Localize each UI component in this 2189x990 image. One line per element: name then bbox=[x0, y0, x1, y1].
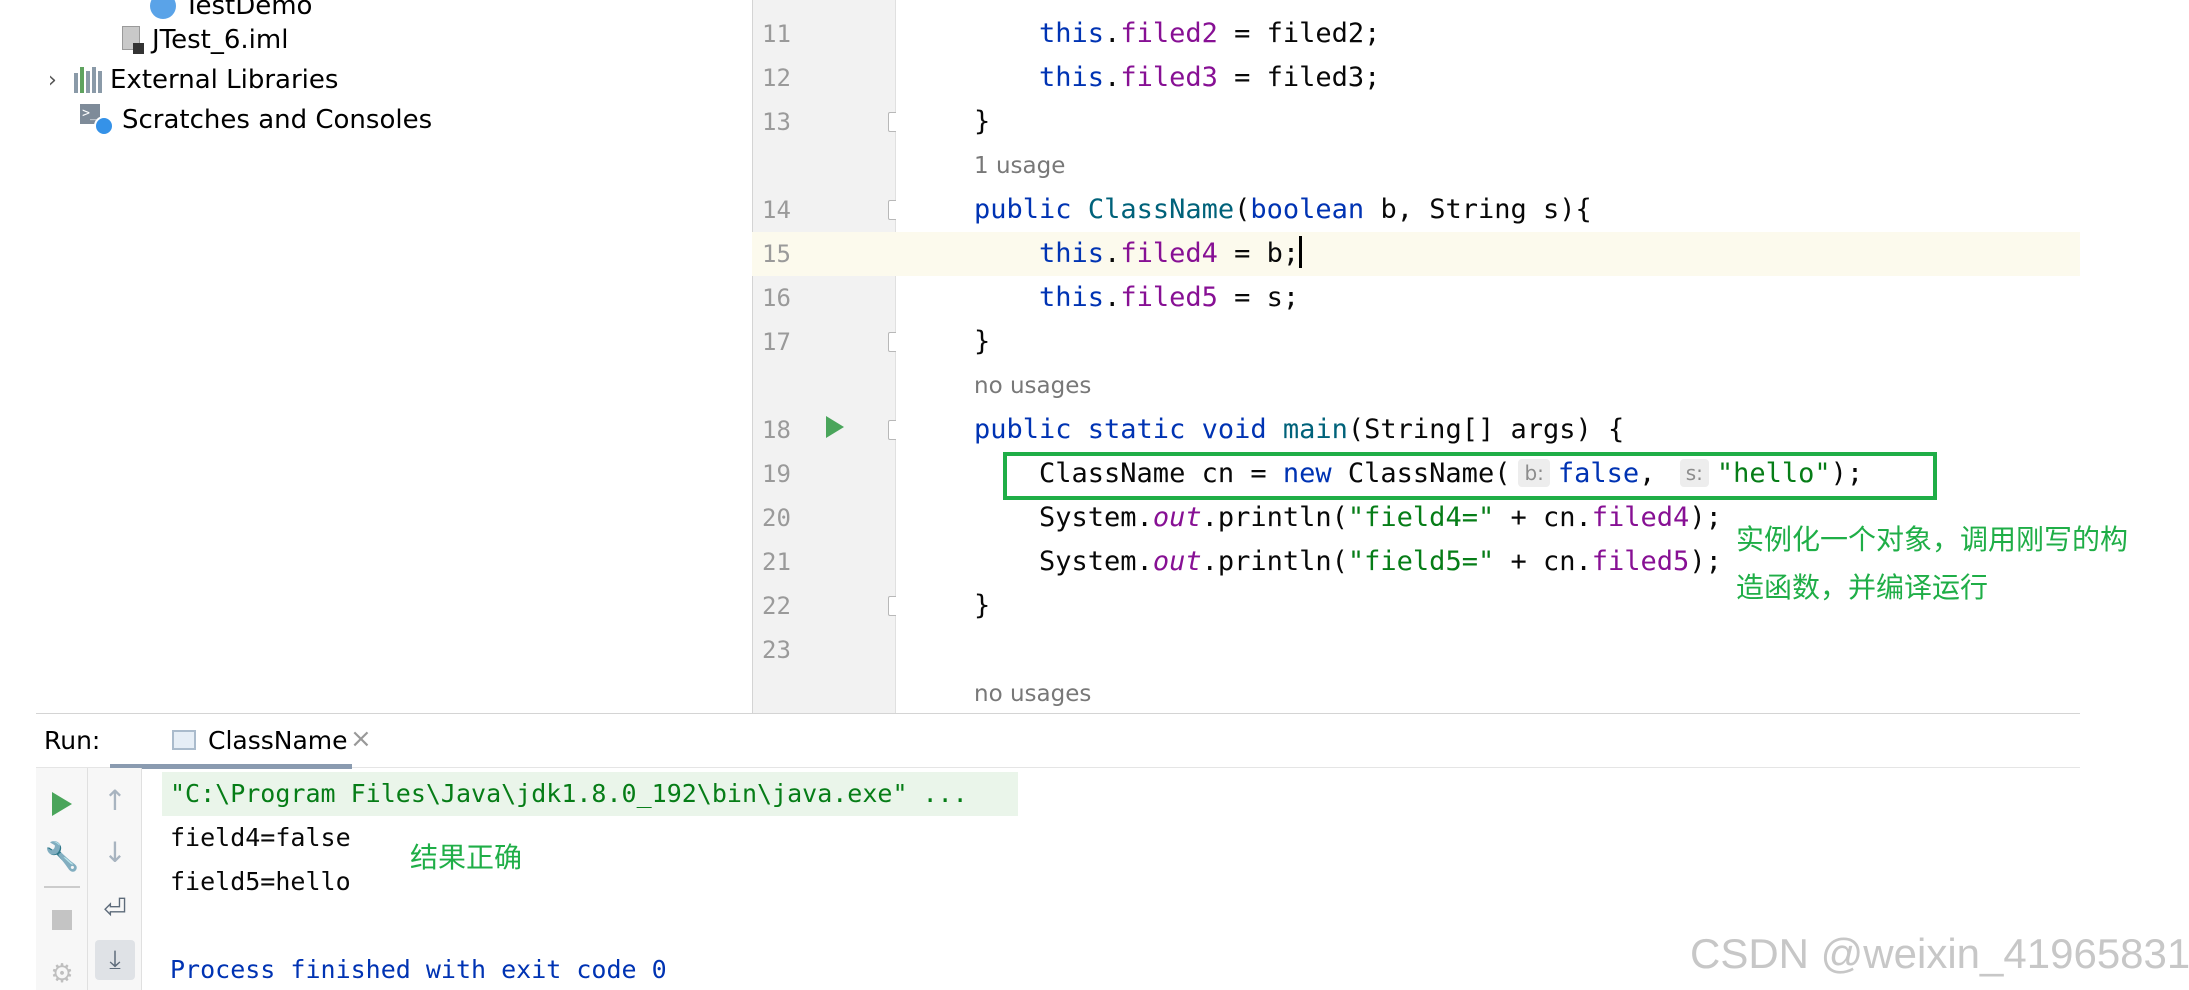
code-line-17: } bbox=[974, 326, 991, 357]
usage-hint[interactable]: no usages bbox=[974, 364, 1091, 408]
tree-item-external-libraries[interactable]: › External Libraries bbox=[48, 60, 338, 100]
highlight-box bbox=[1003, 452, 1937, 500]
code-line-15: this.filed4 = b; bbox=[974, 232, 1303, 276]
tree-item-label: TestDemo bbox=[184, 0, 313, 21]
gear-icon: ⚙ bbox=[50, 959, 74, 989]
rerun-button[interactable] bbox=[40, 782, 84, 826]
run-label: Run: bbox=[44, 726, 101, 755]
result-annotation: 结果正确 bbox=[410, 841, 523, 874]
console-tab-icon bbox=[172, 730, 196, 750]
libraries-icon bbox=[72, 67, 102, 93]
code-line-20: System.out.println("field4=" + cn.filed4… bbox=[974, 502, 1722, 533]
usage-hint[interactable]: no usages bbox=[974, 672, 1091, 716]
wrench-icon: 🔧 bbox=[44, 839, 80, 873]
line-number: 17 bbox=[762, 328, 791, 356]
soft-wrap-button[interactable]: ⏎ bbox=[93, 886, 137, 930]
line-number: 21 bbox=[762, 548, 791, 576]
code-line-13: } bbox=[974, 106, 991, 137]
code-line-22: } bbox=[974, 590, 991, 621]
line-number: 13 bbox=[762, 108, 791, 136]
scroll-to-end-icon: ⤓ bbox=[95, 940, 135, 980]
code-line-11: this.filed2 = filed2; bbox=[1039, 18, 1381, 49]
tree-item-iml[interactable]: JTest_6.iml bbox=[120, 20, 288, 60]
code-line-14: public ClassName(boolean b, String s){ bbox=[974, 194, 1592, 225]
console-output-line: field4=false bbox=[170, 823, 351, 852]
settings-button[interactable]: 🔧 bbox=[40, 834, 84, 878]
tree-item-label: External Libraries bbox=[110, 65, 339, 95]
code-line-21: System.out.println("field5=" + cn.filed5… bbox=[974, 546, 1722, 577]
line-number: 22 bbox=[762, 592, 791, 620]
scroll-to-end-button[interactable]: ⤓ bbox=[93, 938, 137, 982]
code-line-18: public static void main(String[] args) { bbox=[974, 414, 1625, 445]
module-file-icon bbox=[120, 26, 144, 54]
code-line-12: this.filed3 = filed3; bbox=[1039, 62, 1381, 93]
stop-button[interactable] bbox=[40, 898, 84, 942]
console-output-line: field5=hello bbox=[170, 867, 351, 896]
stop-icon bbox=[52, 910, 72, 930]
line-number: 15 bbox=[762, 240, 791, 268]
scratches-icon: >_ bbox=[80, 104, 114, 136]
project-tree: TestDemo JTest_6.iml › External Librarie… bbox=[0, 0, 752, 713]
chevron-right-icon[interactable]: › bbox=[48, 68, 72, 93]
scroll-up-button[interactable]: ↑ bbox=[93, 778, 137, 822]
text-cursor bbox=[1299, 236, 1303, 268]
line-number: 11 bbox=[762, 20, 791, 48]
java-class-icon bbox=[150, 0, 176, 19]
line-number: 19 bbox=[762, 460, 791, 488]
line-number: 23 bbox=[762, 636, 791, 664]
tree-item-label: JTest_6.iml bbox=[152, 25, 289, 55]
run-toolbar-left: 🔧 ⚙ bbox=[36, 768, 88, 990]
scroll-down-button[interactable]: ↓ bbox=[93, 830, 137, 874]
line-number: 14 bbox=[762, 196, 791, 224]
line-number: 16 bbox=[762, 284, 791, 312]
arrow-down-icon: ↓ bbox=[103, 835, 127, 869]
toolbar-divider bbox=[44, 886, 80, 888]
active-tab-indicator bbox=[110, 764, 352, 769]
debug-settings-button[interactable]: ⚙ bbox=[40, 952, 84, 990]
line-number: 18 bbox=[762, 416, 791, 444]
console-exit-line: Process finished with exit code 0 bbox=[170, 955, 667, 984]
console-command-line[interactable]: "C:\Program Files\Java\jdk1.8.0_192\bin\… bbox=[170, 772, 968, 816]
run-header: Run: ClassName × bbox=[36, 714, 2080, 769]
tree-item-label: Scratches and Consoles bbox=[122, 105, 433, 135]
run-main-icon[interactable] bbox=[826, 416, 844, 438]
annotation-text: 造函数，并编译运行 bbox=[1736, 571, 1989, 604]
line-number: 12 bbox=[762, 64, 791, 92]
run-toolbar-right: ↑ ↓ ⏎ ⤓ bbox=[88, 768, 142, 990]
code-line-16: this.filed5 = s; bbox=[1039, 282, 1300, 313]
close-icon[interactable]: × bbox=[350, 724, 372, 754]
line-number: 20 bbox=[762, 504, 791, 532]
arrow-up-icon: ↑ bbox=[103, 783, 127, 817]
annotation-text: 实例化一个对象，调用刚写的构 bbox=[1736, 523, 2129, 556]
usage-hint[interactable]: 1 usage bbox=[974, 144, 1065, 188]
soft-wrap-icon: ⏎ bbox=[103, 891, 127, 925]
tree-item-scratches[interactable]: >_ Scratches and Consoles bbox=[80, 100, 432, 140]
tab-classname[interactable]: ClassName bbox=[208, 726, 348, 755]
play-icon bbox=[52, 792, 72, 816]
watermark: CSDN @weixin_41965831 bbox=[1690, 930, 2189, 977]
